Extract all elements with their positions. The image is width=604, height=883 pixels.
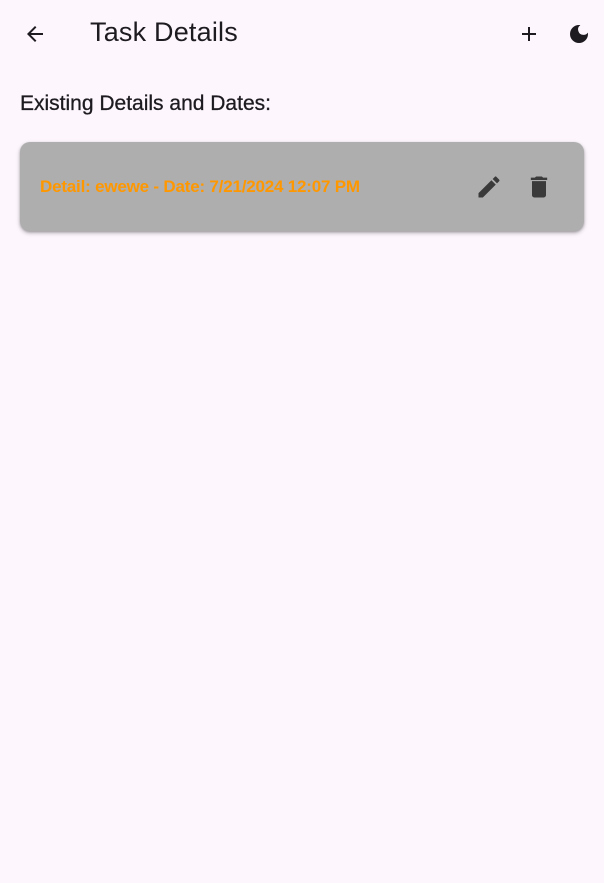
edit-detail-button[interactable] bbox=[469, 167, 509, 207]
page-title: Task Details bbox=[90, 17, 238, 47]
trash-icon bbox=[530, 176, 548, 198]
moon-icon bbox=[570, 25, 588, 43]
delete-detail-button[interactable] bbox=[519, 167, 559, 207]
section-heading: Existing Details and Dates: bbox=[20, 92, 271, 115]
theme-toggle-button[interactable] bbox=[559, 14, 599, 54]
detail-text: Detail: ewewe - Date: 7/21/2024 12:07 PM bbox=[40, 177, 360, 196]
pencil-icon bbox=[478, 176, 500, 198]
detail-card: Detail: ewewe - Date: 7/21/2024 12:07 PM bbox=[20, 142, 584, 231]
plus-icon bbox=[522, 27, 536, 41]
back-button[interactable] bbox=[15, 14, 55, 54]
arrow-back-icon bbox=[27, 26, 43, 42]
app-bar: Task Details bbox=[0, 0, 604, 68]
add-detail-button[interactable] bbox=[509, 14, 549, 54]
